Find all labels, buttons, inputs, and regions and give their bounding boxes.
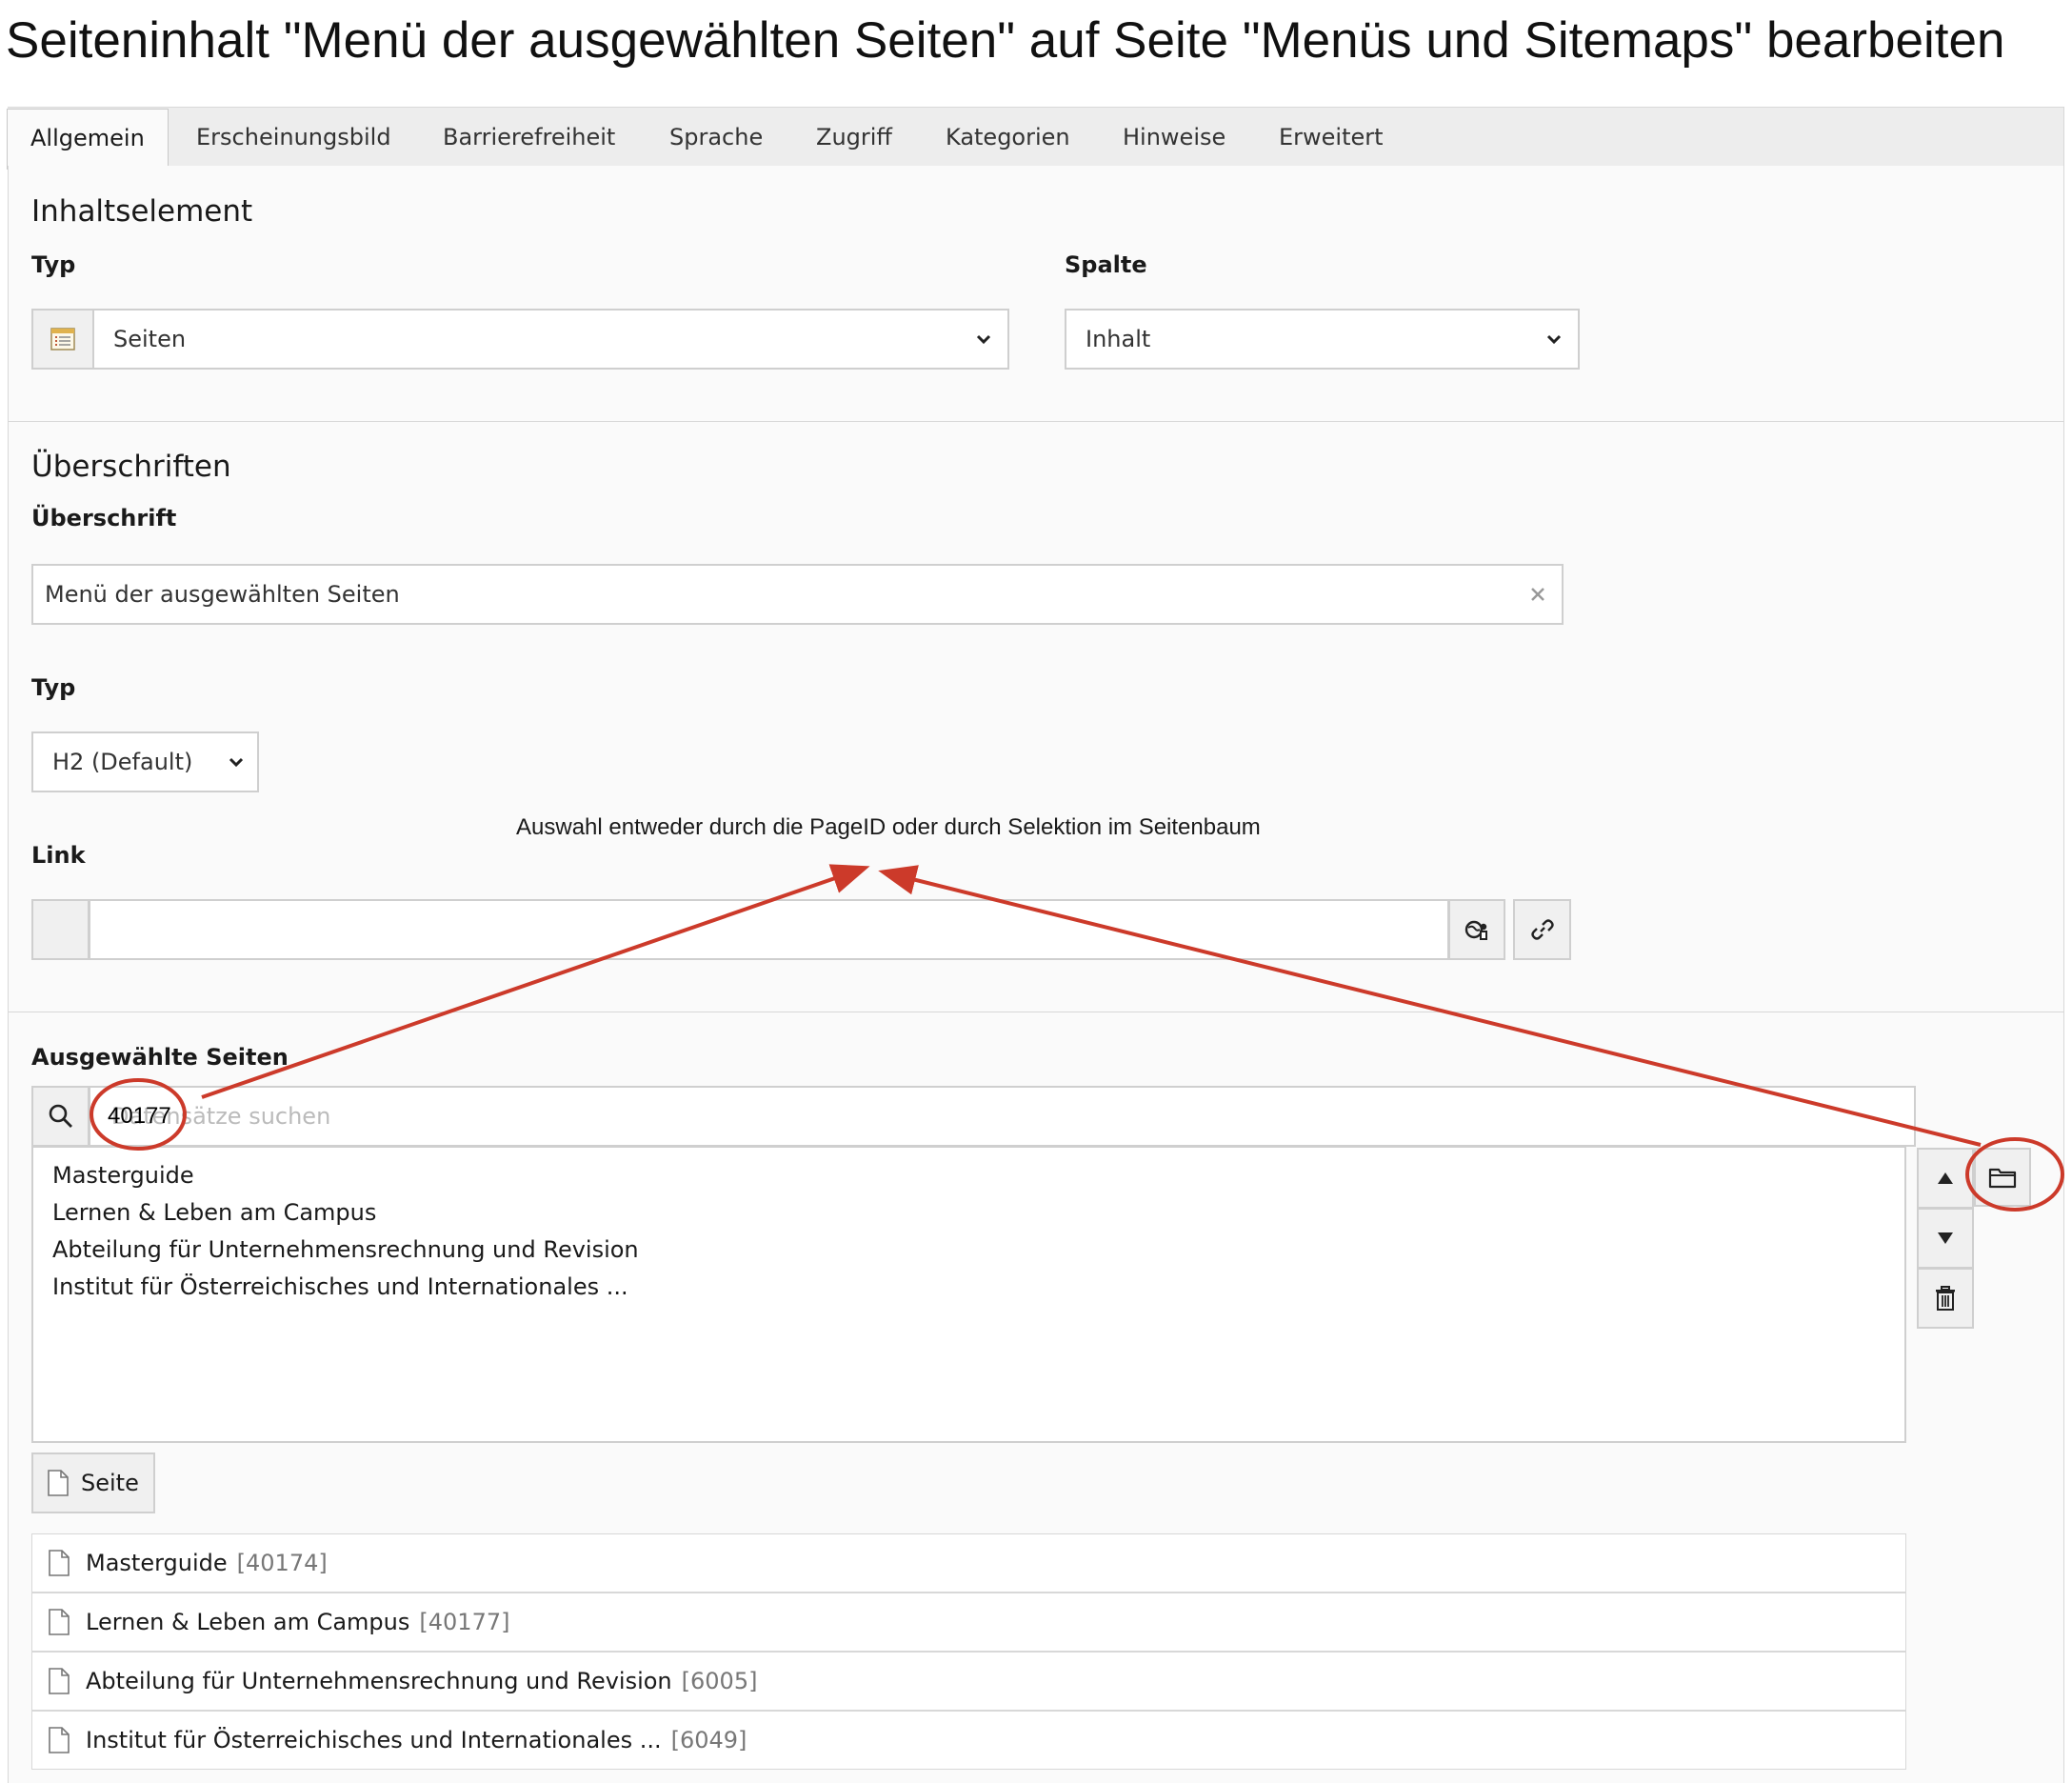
tab-erweitert[interactable]: Erweitert — [1279, 108, 1384, 167]
link-browser-button[interactable] — [1513, 899, 1571, 960]
add-page-button[interactable]: Seite — [31, 1452, 155, 1513]
record-id: [6049] — [670, 1727, 747, 1753]
chevron-down-icon — [976, 334, 991, 345]
search-value: 40177 — [108, 1103, 171, 1129]
move-down-button[interactable] — [1917, 1208, 1974, 1269]
section-title-content-element: Inhaltselement — [31, 194, 253, 229]
table-row[interactable]: Institut für Österreichisches und Intern… — [31, 1711, 1906, 1770]
record-title[interactable]: Masterguide — [86, 1550, 228, 1576]
headline-type-value: H2 (Default) — [52, 749, 193, 775]
content-menu-pages-icon — [33, 311, 94, 368]
column-select[interactable]: Inhalt — [1065, 309, 1580, 370]
tab-barrierefreiheit[interactable]: Barrierefreiheit — [443, 108, 615, 167]
record-title[interactable]: Abteilung für Unternehmensrechnung und R… — [86, 1668, 672, 1694]
list-item[interactable]: Institut für Österreichisches und Intern… — [52, 1269, 1885, 1306]
link-details-icon — [1464, 920, 1487, 940]
tab-zugriff[interactable]: Zugriff — [816, 108, 892, 167]
browse-pagetree-button[interactable] — [1974, 1148, 2031, 1207]
link-icon — [1530, 919, 1554, 940]
chevron-down-icon — [229, 757, 244, 768]
content-type-value: Seiten — [113, 326, 187, 352]
table-row[interactable]: Masterguide [40174] — [31, 1533, 1906, 1593]
tab-allgemein[interactable]: Allgemein — [7, 109, 169, 170]
content-type-select[interactable]: Seiten — [31, 309, 1009, 370]
tab-bar: Allgemein Erscheinungsbild Barrierefreih… — [7, 107, 2064, 170]
column-label: Spalte — [1065, 251, 1147, 278]
trash-icon — [1936, 1286, 1955, 1311]
table-row[interactable]: Abteilung für Unternehmensrechnung und R… — [31, 1652, 1906, 1711]
search-icon — [49, 1104, 72, 1128]
page-icon — [49, 1550, 70, 1576]
link-input[interactable] — [89, 899, 1449, 960]
tab-erscheinungsbild[interactable]: Erscheinungsbild — [196, 108, 391, 167]
folder-icon — [1988, 1168, 2017, 1189]
page-icon — [48, 1470, 69, 1496]
headline-type-label: Typ — [31, 674, 76, 701]
chevron-down-icon — [1546, 334, 1562, 345]
headline-value: Menü der ausgewählten Seiten — [45, 581, 400, 608]
column-value: Inhalt — [1086, 326, 1151, 352]
move-up-button[interactable] — [1917, 1148, 1974, 1209]
list-item[interactable]: Masterguide — [52, 1157, 1885, 1194]
tab-kategorien[interactable]: Kategorien — [946, 108, 1070, 167]
page-icon — [49, 1668, 70, 1694]
section-divider — [9, 421, 2063, 422]
headline-type-select[interactable]: H2 (Default) — [31, 731, 259, 792]
record-id: [6005] — [681, 1668, 758, 1694]
add-page-label: Seite — [81, 1470, 139, 1496]
link-type-icon-box — [31, 899, 90, 960]
type-label: Typ — [31, 251, 76, 278]
annotation-text: Auswahl entweder durch die PageID oder d… — [516, 814, 1261, 840]
selected-pages-label: Ausgewählte Seiten — [31, 1044, 289, 1071]
tab-sprache[interactable]: Sprache — [669, 108, 763, 167]
link-label: Link — [31, 842, 86, 869]
record-title[interactable]: Lernen & Leben am Campus — [86, 1609, 409, 1635]
delete-button[interactable] — [1917, 1268, 1974, 1329]
record-id: [40174] — [236, 1550, 328, 1576]
record-search-input[interactable]: Datensätze suchen 40177 — [89, 1086, 1916, 1147]
table-row[interactable]: Lernen & Leben am Campus [40177] — [31, 1593, 1906, 1652]
page-icon — [49, 1609, 70, 1635]
triangle-down-icon — [1938, 1232, 1953, 1244]
link-details-button[interactable] — [1448, 899, 1505, 960]
page-title: Seiteninhalt "Menü der ausgewählten Seit… — [6, 12, 2005, 69]
headline-input[interactable]: Menü der ausgewählten Seiten — [31, 564, 1564, 625]
selected-pages-listbox[interactable]: Masterguide Lernen & Leben am Campus Abt… — [31, 1146, 1906, 1443]
record-id: [40177] — [419, 1609, 510, 1635]
headline-label: Überschrift — [31, 505, 177, 531]
section-title-headlines: Überschriften — [31, 450, 231, 484]
list-item[interactable]: Lernen & Leben am Campus — [52, 1194, 1885, 1232]
record-title[interactable]: Institut für Österreichisches und Intern… — [86, 1727, 662, 1753]
list-item[interactable]: Abteilung für Unternehmensrechnung und R… — [52, 1232, 1885, 1269]
search-icon-box — [31, 1086, 90, 1147]
tab-hinweise[interactable]: Hinweise — [1123, 108, 1225, 167]
triangle-up-icon — [1938, 1172, 1953, 1184]
page-icon — [49, 1727, 70, 1753]
form-panel: Inhaltselement Typ Spalte Seiten Inhalt — [8, 166, 2064, 1783]
clear-x-icon[interactable] — [1530, 587, 1545, 602]
